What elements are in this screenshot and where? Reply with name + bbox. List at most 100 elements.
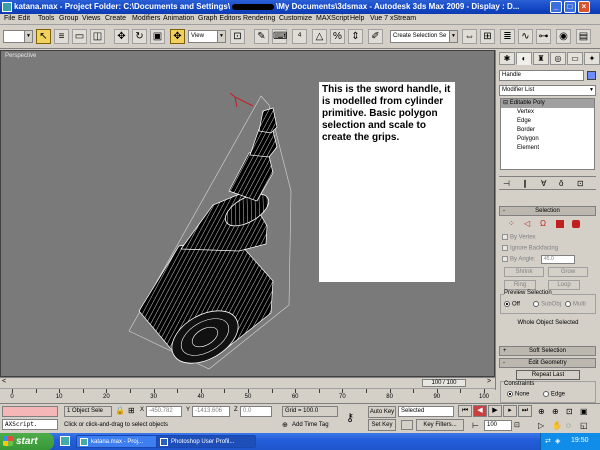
object-color-swatch[interactable] — [587, 71, 596, 80]
configure-sets-icon[interactable]: ⊡ — [577, 179, 584, 188]
track-bar[interactable]: 0 10 20 30 40 50 60 70 80 90 100 — [0, 388, 495, 403]
preview-off-radio[interactable]: Off — [504, 301, 520, 308]
select-by-name-icon[interactable]: ≡ — [54, 29, 69, 44]
display-tab-icon[interactable]: ▭ — [567, 52, 583, 65]
object-name-field[interactable]: Handle — [499, 70, 584, 81]
make-unique-icon[interactable]: ∀ — [541, 179, 546, 188]
grow-button[interactable]: Grow — [548, 267, 588, 277]
edge-icon[interactable]: ◁ — [524, 219, 530, 228]
edit-geometry-rollout-header[interactable]: - Edit Geometry — [499, 358, 596, 368]
by-angle-checkbox[interactable]: By Angle: — [502, 256, 535, 263]
stack-item-border[interactable]: Border — [501, 126, 594, 135]
modifier-list-dropdown[interactable]: Modifier List ▼ — [499, 85, 596, 96]
menu-item-create[interactable]: Create — [105, 15, 126, 22]
zoom-extents-all-icon[interactable]: ▣ — [580, 407, 588, 416]
menu-item-graph-editors[interactable]: Graph Editors — [198, 15, 241, 22]
tray-volume-icon[interactable]: ◈ — [555, 437, 560, 445]
zoom-extents-icon[interactable]: ⊡ — [566, 407, 573, 416]
pivot-center-icon[interactable]: ⊡ — [230, 29, 245, 44]
key-mode-toggle-icon[interactable]: ⊢ — [472, 421, 479, 430]
set-key-button[interactable]: Set Key — [368, 419, 396, 431]
maxscript-listener-top[interactable] — [2, 406, 58, 417]
element-icon[interactable] — [572, 220, 580, 228]
scale-active-icon[interactable]: ✥ — [170, 29, 185, 44]
menu-item-tools[interactable]: Tools — [38, 15, 54, 22]
go-to-end-icon[interactable]: ⏭ — [518, 405, 532, 417]
menu-item-views[interactable]: Views — [82, 15, 101, 22]
schematic-view-icon[interactable]: ⊶ — [536, 29, 551, 44]
next-frame-icon[interactable]: ▸ — [503, 405, 517, 417]
menu-item-file[interactable]: File — [4, 15, 15, 22]
utilities-tab-icon[interactable]: ✦ — [584, 52, 600, 65]
menu-item-group[interactable]: Group — [59, 15, 78, 22]
play-icon[interactable]: ▶ — [488, 405, 502, 417]
reference-coordinate-dropdown[interactable]: View ▼ — [188, 30, 226, 43]
preview-multi-radio[interactable]: Multi — [565, 301, 586, 308]
pan-icon[interactable]: ✋ — [552, 421, 562, 430]
z-coordinate-field[interactable]: 0.0 — [240, 406, 272, 417]
time-slider-right-arrow[interactable]: > — [487, 378, 491, 385]
move-icon[interactable]: ✥ — [114, 29, 129, 44]
keyboard-shortcut-icon[interactable]: ⌨ — [272, 29, 287, 44]
maxscript-listener[interactable]: AXScript. — [2, 419, 58, 430]
curve-editor-icon[interactable]: ∿ — [518, 29, 533, 44]
render-setup-icon[interactable]: ▤ — [576, 29, 591, 44]
constraint-none-radio[interactable]: None — [507, 391, 529, 398]
window-crossing-icon[interactable]: ◫ — [90, 29, 105, 44]
select-object-icon[interactable]: ↖ — [36, 29, 51, 44]
previous-frame-icon[interactable]: ◀ — [473, 405, 487, 417]
orbit-icon[interactable]: ◌ — [566, 421, 571, 430]
menu-item-maxscript[interactable]: MAXScript — [316, 15, 349, 22]
selection-rollout-header[interactable]: - Selection — [499, 206, 596, 216]
pin-stack-icon[interactable]: ⊣ — [503, 179, 510, 188]
rotate-icon[interactable]: ↻ — [132, 29, 147, 44]
key-icon[interactable]: ⚷ — [346, 411, 354, 424]
maximize-viewport-icon[interactable]: ◱ — [580, 421, 588, 430]
ring-button[interactable]: Ring — [504, 280, 536, 290]
time-slider-left-arrow[interactable]: < — [2, 378, 6, 385]
menu-item-vue-7-xstream[interactable]: Vue 7 xStream — [370, 15, 416, 22]
create-tab-icon[interactable]: ✱ — [499, 52, 515, 65]
modify-tab-icon[interactable]: ◐ — [516, 52, 532, 65]
material-editor-icon[interactable]: ◉ — [556, 29, 571, 44]
layer-manager-icon[interactable]: ≣ — [500, 29, 515, 44]
menu-item-edit[interactable]: Edit — [18, 15, 30, 22]
edit-named-selection-icon[interactable]: ✐ — [368, 29, 383, 44]
angle-snap-icon[interactable]: △ — [312, 29, 327, 44]
select-manipulate-icon[interactable]: ✎ — [254, 29, 269, 44]
vertex-icon[interactable]: ⁘ — [508, 219, 515, 228]
percent-snap-icon[interactable]: % — [330, 29, 345, 44]
named-selection-dropdown[interactable]: Create Selection Se ▼ — [390, 30, 458, 43]
quicklaunch-icon[interactable] — [60, 436, 70, 446]
key-filters-button[interactable]: Key Filters... — [416, 419, 464, 431]
taskbar-item-photoshop[interactable]: Photoshop User Profil... — [156, 435, 256, 448]
auto-key-button[interactable]: Auto Key — [368, 406, 396, 418]
current-frame-field[interactable]: 100 — [484, 420, 512, 431]
mirror-icon[interactable]: ⇔ — [462, 29, 477, 44]
repeat-last-button[interactable]: Repeat Last — [516, 370, 580, 380]
loop-button[interactable]: Loop — [548, 280, 580, 290]
perspective-viewport[interactable]: Perspective This is the sword handle, it… — [0, 50, 495, 377]
close-button[interactable]: × — [578, 1, 590, 13]
x-coordinate-field[interactable]: -450.782 — [146, 406, 182, 417]
zoom-icon[interactable]: ⊕ — [538, 407, 545, 416]
border-icon[interactable]: Ω — [540, 219, 546, 228]
field-of-view-icon[interactable]: ▷ — [538, 421, 544, 430]
soft-selection-rollout-header[interactable]: + Soft Selection — [499, 346, 596, 356]
stack-item-vertex[interactable]: Vertex — [501, 108, 594, 117]
show-end-result-icon[interactable]: ∥ — [523, 179, 527, 188]
menu-item-modifiers[interactable]: Modifiers — [132, 15, 160, 22]
stack-item-polygon[interactable]: Polygon — [501, 135, 594, 144]
start-button[interactable]: start — [0, 433, 54, 450]
stack-item-edge[interactable]: Edge — [501, 117, 594, 126]
snap-toggle-icon[interactable]: ⁴ — [292, 29, 307, 44]
time-slider-thumb[interactable]: 100 / 100 — [422, 379, 466, 387]
align-icon[interactable]: ⊞ — [480, 29, 495, 44]
hierarchy-tab-icon[interactable]: ♜ — [533, 52, 549, 65]
constraint-edge-radio[interactable]: Edge — [543, 391, 565, 398]
tray-network-icon[interactable]: ⇄ — [545, 437, 551, 445]
y-coordinate-field[interactable]: -1413.606 — [192, 406, 230, 417]
time-slider[interactable]: < 100 / 100 > — [0, 377, 495, 388]
set-key-icon[interactable] — [401, 420, 413, 430]
angle-spinner[interactable]: 45.0 — [541, 255, 575, 264]
